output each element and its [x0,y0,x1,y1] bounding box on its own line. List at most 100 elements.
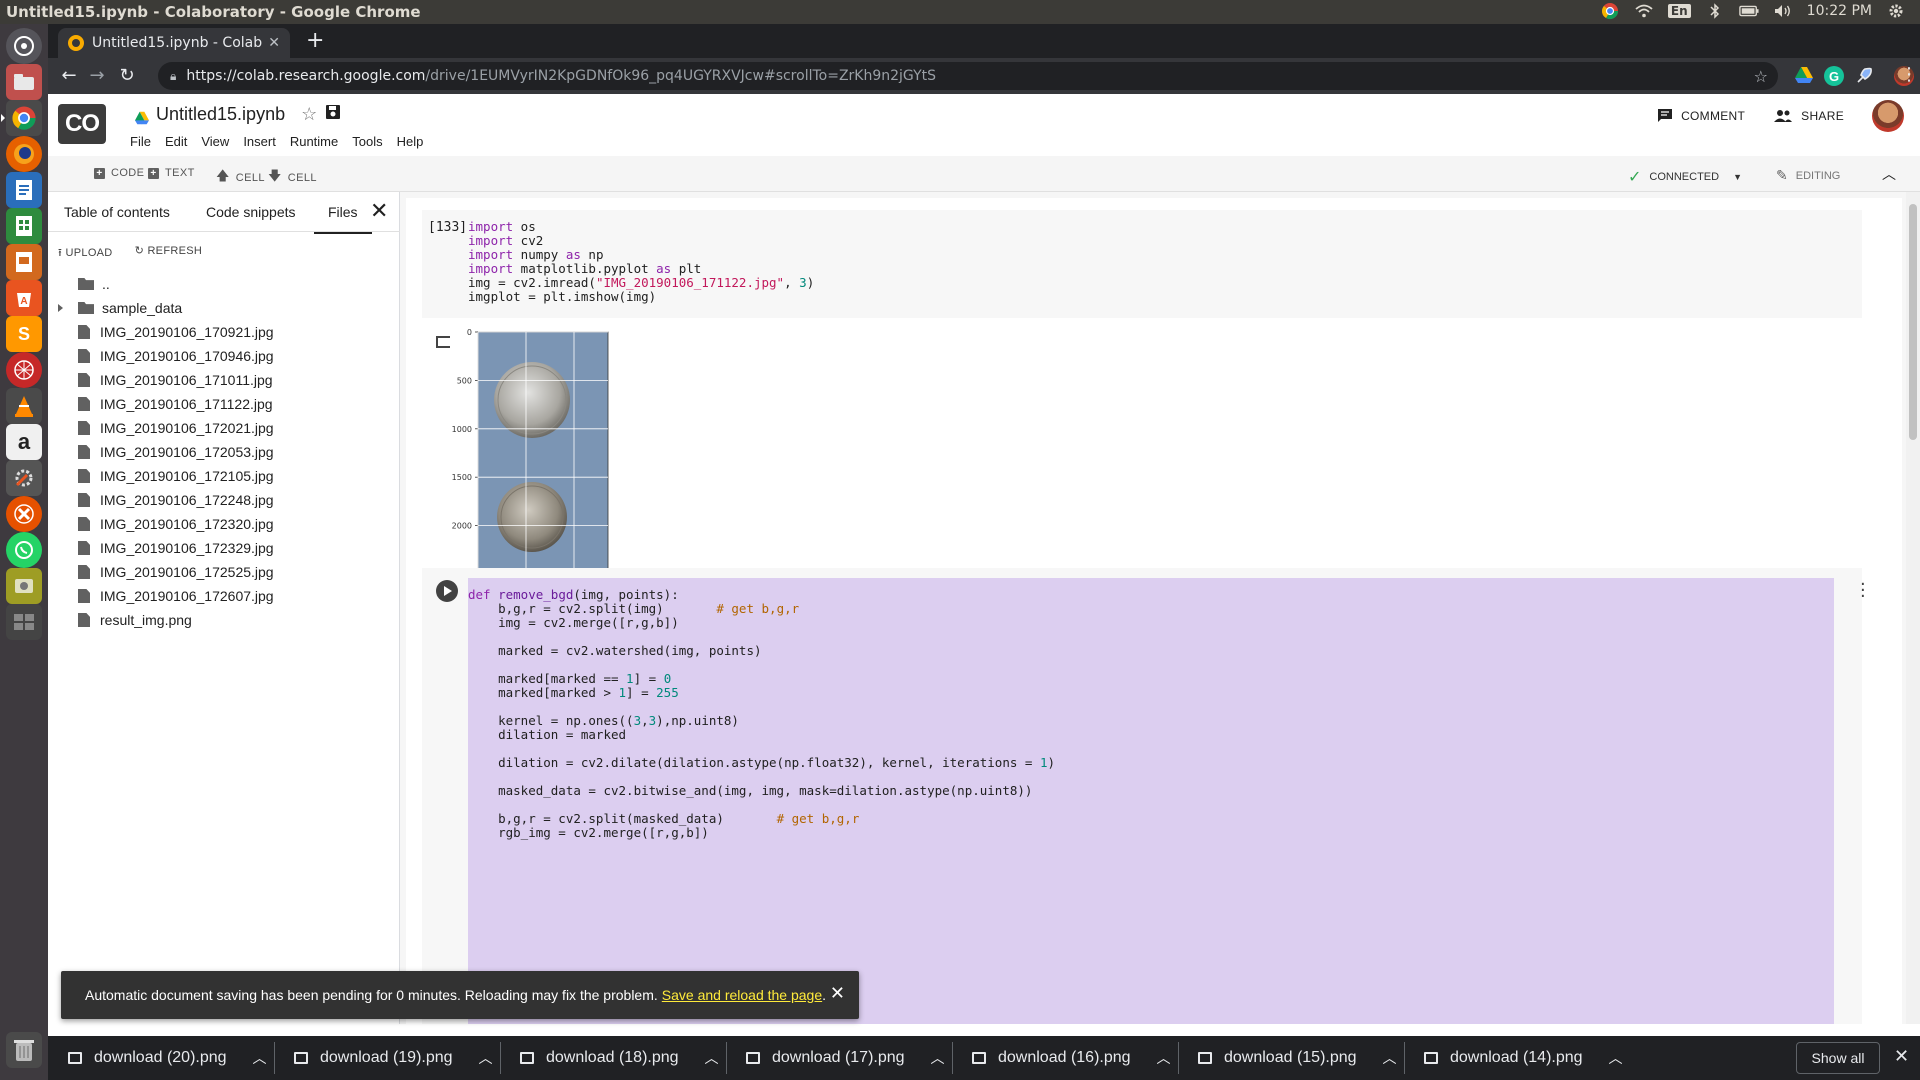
expand-caret-icon[interactable] [58,304,63,312]
tab-table-of-contents[interactable]: Table of contents [64,204,170,220]
gear-icon[interactable] [1886,2,1906,20]
browser-menu-icon[interactable]: ⋮ [1898,64,1920,85]
chevron-up-icon[interactable]: ︿ [479,1048,493,1068]
files-app-icon[interactable] [6,64,42,100]
file-row[interactable]: IMG_20190106_172248.jpg [58,488,388,512]
comment-button[interactable]: COMMENT [1657,108,1745,124]
run-cell-button[interactable] [436,580,458,602]
xampp-app-icon[interactable] [6,496,42,532]
colab-logo[interactable]: CO [58,104,106,144]
star-icon[interactable]: ☆ [301,104,317,125]
tab-files[interactable]: Files [314,204,371,234]
menu-tools[interactable]: Tools [352,134,382,149]
notebook-scrollbar[interactable] [1906,192,1920,1024]
save-reload-link[interactable]: Save and reload the page [662,987,822,1003]
more-vert-icon[interactable]: · · · [1860,576,1866,606]
upload-button[interactable]: ⭱ UPLOAD [58,244,113,263]
menu-edit[interactable]: Edit [165,134,187,149]
move-cell-up-button[interactable]: 🡅 CELL [216,167,265,189]
editing-mode-button[interactable]: ✎ EDITING [1776,167,1840,184]
web-app-icon[interactable] [6,352,42,388]
file-row[interactable]: result_img.png [58,608,388,632]
file-row[interactable]: IMG_20190106_172525.jpg [58,560,388,584]
download-item[interactable]: download (15).png ︿ [1198,1036,1397,1080]
download-item[interactable]: download (18).png ︿ [520,1036,719,1080]
close-icon[interactable]: ✕ [1894,1046,1909,1067]
file-row[interactable]: IMG_20190106_170946.jpg [58,344,388,368]
impress-app-icon[interactable] [6,244,42,280]
battery-icon[interactable] [1738,2,1759,20]
collapse-header-icon[interactable]: ︿ [1882,164,1896,184]
new-tab-button[interactable]: + [306,30,324,52]
user-avatar[interactable] [1872,100,1904,132]
code-cell-selected[interactable]: · · · def remove_bgd(img, points): b,g,r =… [422,568,1866,1024]
keyboard-layout-indicator[interactable]: En [1667,4,1691,18]
file-row[interactable]: IMG_20190106_170921.jpg [58,320,388,344]
file-row[interactable]: IMG_20190106_172053.jpg [58,440,388,464]
chrome-tray-icon[interactable] [1600,2,1620,20]
back-arrow-icon[interactable]: ← [58,65,80,86]
file-row[interactable]: IMG_20190106_172105.jpg [58,464,388,488]
writer-app-icon[interactable] [6,172,42,208]
wifi-icon[interactable] [1634,2,1654,20]
firefox-app-icon[interactable] [6,136,42,172]
chevron-up-icon[interactable]: ︿ [1383,1048,1397,1068]
chevron-up-icon[interactable]: ︿ [1157,1048,1171,1068]
chevron-up-icon[interactable]: ︿ [931,1048,945,1068]
calc-app-icon[interactable] [6,208,42,244]
trash-icon[interactable] [6,1032,42,1068]
software-center-icon[interactable]: A [6,280,42,316]
move-cell-down-button[interactable]: 🡇 CELL [268,167,317,189]
scrollbar-thumb[interactable] [1909,204,1917,440]
code-editor[interactable]: import os import cv2 import numpy as np … [468,220,814,304]
show-all-button[interactable]: Show all [1796,1042,1880,1074]
download-item[interactable]: download (17).png ︿ [746,1036,945,1080]
download-item[interactable]: download (20).png ︿ [68,1036,267,1080]
chevron-up-icon[interactable]: ︿ [1609,1048,1623,1068]
grammarly-extension-icon[interactable]: G [1824,66,1844,86]
code-cell[interactable]: [133] import os import cv2 import numpy … [422,210,1862,318]
chrome-app-icon[interactable] [1,100,42,136]
file-row[interactable]: IMG_20190106_171011.jpg [58,368,388,392]
notebook-title[interactable]: Untitled15.ipynb [156,104,285,125]
folder-row[interactable]: sample_data [58,296,388,320]
close-panel-icon[interactable]: ✕ [370,198,388,224]
close-icon[interactable]: ✕ [830,983,845,1004]
menu-file[interactable]: File [130,134,151,149]
sublime-text-icon[interactable]: S [6,316,42,352]
vlc-app-icon[interactable] [6,388,42,424]
file-row[interactable]: IMG_20190106_171122.jpg [58,392,388,416]
bluetooth-icon[interactable] [1705,2,1725,20]
chevron-up-icon[interactable]: ︿ [253,1048,267,1068]
saving-disk-icon[interactable] [325,104,341,125]
clock[interactable]: 10:22 PM [1807,3,1872,19]
file-row[interactable]: IMG_20190106_172021.jpg [58,416,388,440]
address-bar[interactable]: 🔒︎ https://colab.research.google.com/dri… [158,62,1778,90]
code-editor[interactable]: def remove_bgd(img, points): b,g,r = cv2… [468,578,1834,1024]
file-row[interactable]: IMG_20190106_172607.jpg [58,584,388,608]
menu-help[interactable]: Help [397,134,424,149]
google-drive-extension-icon[interactable] [1794,66,1814,86]
refresh-button[interactable]: ↻ REFRESH [135,244,203,263]
share-button[interactable]: SHARE [1773,109,1844,123]
tab-code-snippets[interactable]: Code snippets [206,204,296,220]
browser-tab[interactable]: Untitled15.ipynb - Colabo ✕ [58,28,290,58]
forward-arrow-icon[interactable]: → [86,65,108,86]
rocket-extension-icon[interactable] [1854,66,1874,86]
workspace-switcher-icon[interactable] [6,604,42,640]
file-row[interactable]: IMG_20190106_172329.jpg [58,536,388,560]
add-text-button[interactable]: + TEXT [148,167,195,179]
download-item[interactable]: download (19).png ︿ [294,1036,493,1080]
chevron-up-icon[interactable]: ︿ [705,1048,719,1068]
parent-directory-row[interactable]: .. [58,272,388,296]
reload-icon[interactable]: ↻ [116,65,138,86]
add-code-button[interactable]: + CODE [94,167,144,179]
whatsapp-app-icon[interactable] [6,532,42,568]
download-item[interactable]: download (14).png ︿ [1424,1036,1623,1080]
bookmark-star-icon[interactable]: ☆ [1754,67,1768,86]
amazon-app-icon[interactable]: a [6,424,42,460]
disk-utility-icon[interactable] [6,568,42,604]
menu-view[interactable]: View [201,134,229,149]
file-row[interactable]: IMG_20190106_172320.jpg [58,512,388,536]
volume-icon[interactable] [1773,2,1793,20]
